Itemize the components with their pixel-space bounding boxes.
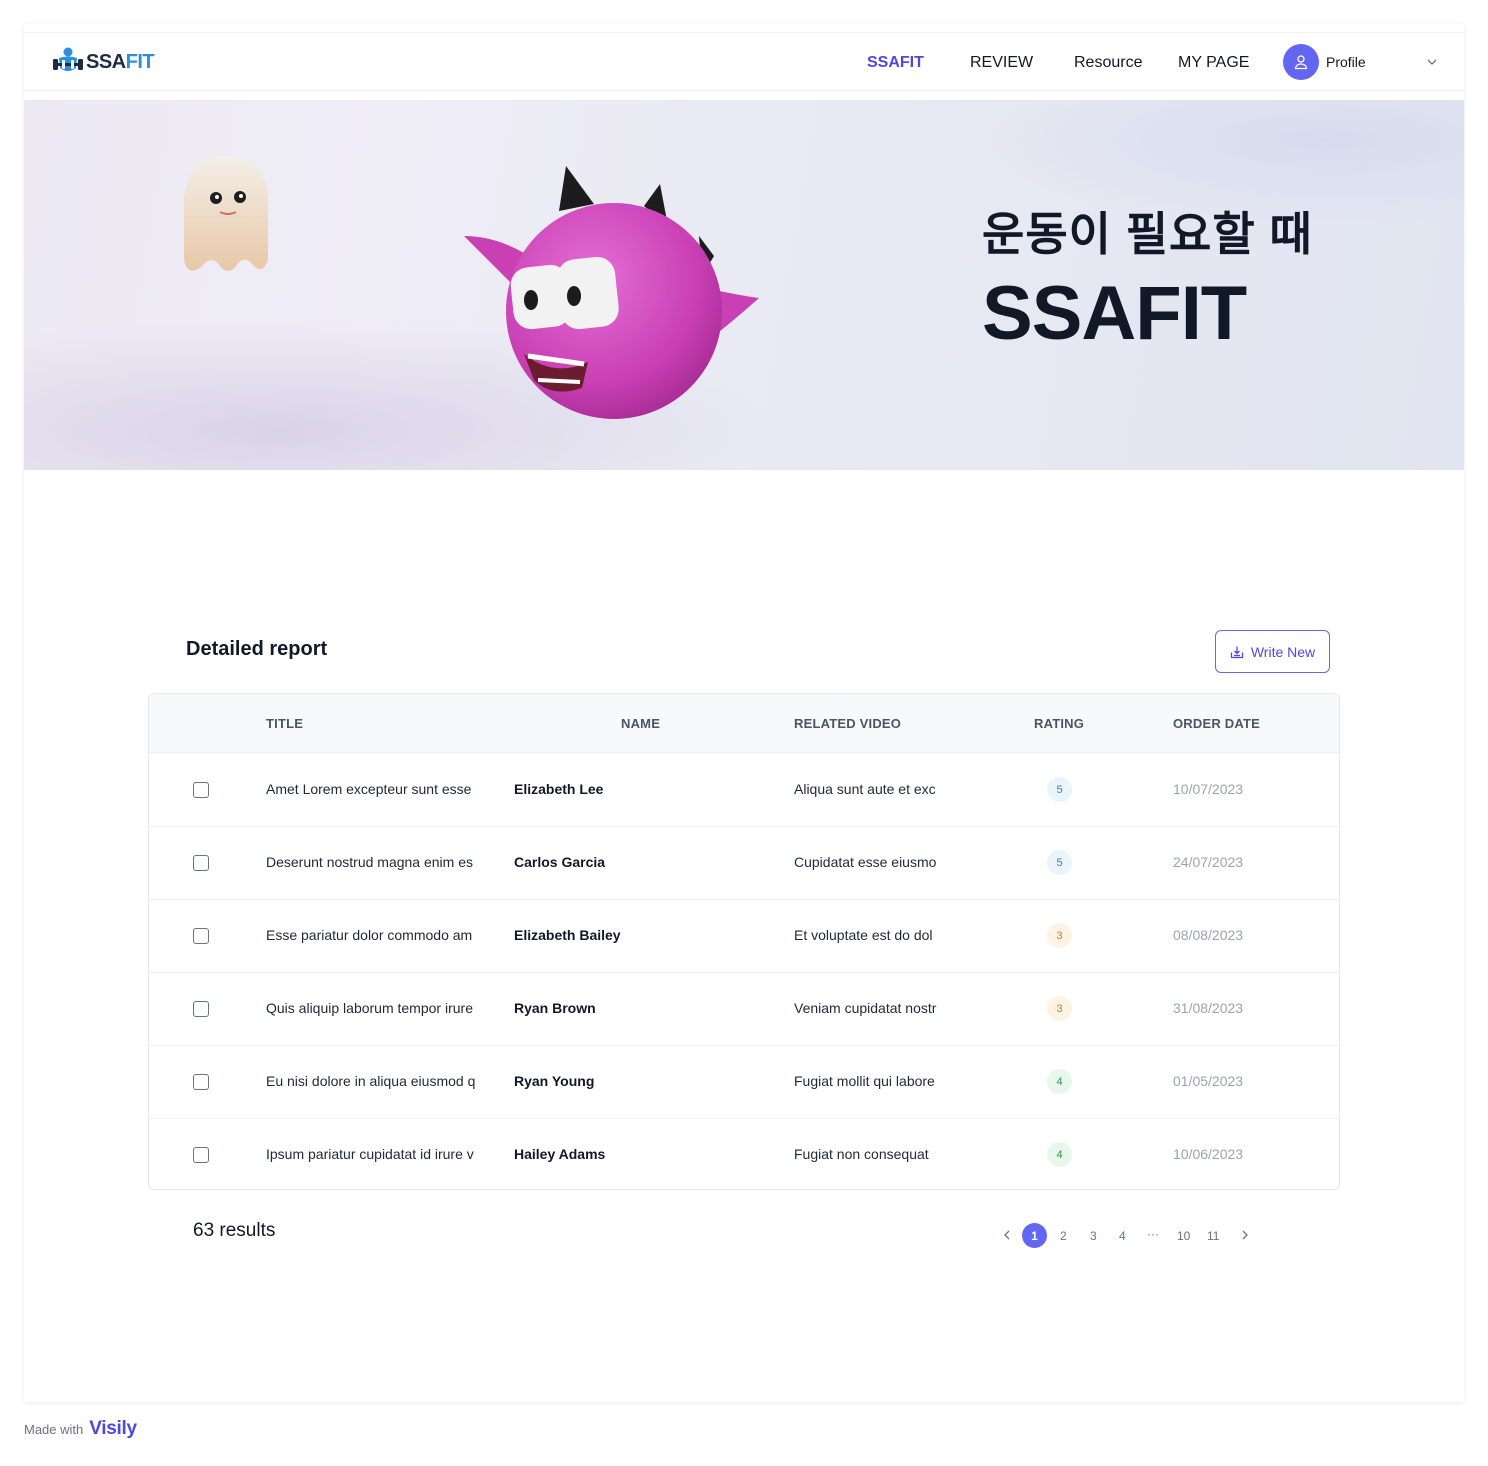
logo[interactable]: SSAFIT [52,46,155,78]
made-with-watermark[interactable]: Made with Visily [24,1418,137,1440]
cell-order-date: 31/08/2023 [1173,1000,1244,1016]
cell-name: Ryan Young [514,1073,595,1089]
logo-text-fit: FIT [125,50,155,73]
table-header: TITLE NAME RELATED VIDEO RATING ORDER DA… [149,694,1339,753]
row-checkbox[interactable] [193,1001,209,1017]
cell-order-date: 10/07/2023 [1173,781,1244,797]
cell-title: Esse pariatur dolor commodo am [266,927,473,943]
page-button-10[interactable]: 10 [1177,1229,1190,1243]
cell-related-video: Veniam cupidatat nostr [794,1000,937,1016]
column-header-rating[interactable]: RATING [1034,716,1084,731]
cell-related-video: Et voluptate est do dol [794,927,933,943]
hero-title: SSAFIT [982,271,1247,356]
app-frame: SSAFIT SSAFIT REVIEW Resource MY PAGE Pr… [24,24,1464,1402]
row-checkbox[interactable] [193,1147,209,1163]
column-header-related-video[interactable]: RELATED VIDEO [794,716,901,731]
report-table: TITLE NAME RELATED VIDEO RATING ORDER DA… [148,693,1340,1190]
page-button-11[interactable]: 11 [1207,1229,1219,1243]
cell-name: Ryan Brown [514,1000,596,1016]
top-strip [24,24,1464,33]
rating-badge: 3 [1047,923,1072,948]
results-count: 63 results [193,1220,276,1241]
row-checkbox[interactable] [193,855,209,871]
table-row[interactable]: Ipsum pariatur cupidatat id irure v Haile… [149,1119,1339,1189]
cell-name: Carlos Garcia [514,854,606,870]
write-new-label: Write New [1250,643,1316,660]
nav-item-resource[interactable]: Resource [1074,54,1142,72]
hero-subtitle: 운동이 필요할 때 [982,208,1313,260]
chevron-down-icon[interactable] [1426,56,1438,68]
cell-related-video: Fugiat non consequat [794,1146,929,1162]
rating-badge: 4 [1047,1069,1072,1094]
cell-related-video: Aliqua sunt aute et exc [794,781,936,797]
chevron-right-icon[interactable] [1240,1229,1250,1241]
cell-name: Hailey Adams [514,1146,606,1162]
table-row[interactable]: Esse pariatur dolor commodo am Elizabeth … [149,900,1339,973]
dumbbell-logo-icon [53,47,83,71]
cell-related-video: Fugiat mollit qui labore [794,1073,935,1089]
cell-name: Elizabeth Lee [514,781,604,797]
report-title: Detailed report [186,638,328,660]
made-with-label: Made with [24,1421,84,1437]
table-row[interactable]: Deserunt nostrud magna enim es Carlos Gar… [149,827,1339,900]
nav-item-my-page[interactable]: MY PAGE [1178,54,1249,72]
nav-item-ssafit[interactable]: SSAFIT [867,54,924,72]
table-row[interactable]: Eu nisi dolore in aliqua eiusmod q Ryan Y… [149,1046,1339,1119]
column-header-title[interactable]: TITLE [266,716,303,731]
row-checkbox[interactable] [193,928,209,944]
page-button-3[interactable]: 3 [1090,1229,1097,1243]
column-header-name[interactable]: NAME [621,716,660,731]
pink-monster-illustration [464,166,759,419]
profile-menu[interactable]: Profile [1283,44,1366,80]
page-button-4[interactable]: 4 [1119,1229,1126,1243]
top-nav-bar: SSAFIT SSAFIT REVIEW Resource MY PAGE Pr… [24,33,1464,91]
visily-logo: Visily [89,1418,137,1439]
ghost-illustration [184,156,268,271]
rating-badge: 4 [1047,1142,1072,1167]
profile-label: Profile [1326,54,1366,70]
logo-text: SSAFIT [86,50,155,74]
write-new-button[interactable]: Write New [1215,630,1330,673]
cell-title: Quis aliquip laborum tempor irure [266,1000,473,1016]
cell-order-date: 10/06/2023 [1173,1146,1244,1162]
page-button-2[interactable]: 2 [1060,1229,1067,1243]
page-ellipsis: ··· [1147,1227,1159,1241]
cell-order-date: 24/07/2023 [1173,854,1244,870]
row-checkbox[interactable] [193,1074,209,1090]
table-row[interactable]: Amet Lorem excepteur sunt esse Elizabeth … [149,754,1339,827]
cell-related-video: Cupidatat esse eiusmo [794,854,937,870]
table-row[interactable]: Quis aliquip laborum tempor irure Ryan Br… [149,973,1339,1046]
avatar [1283,44,1319,80]
download-tray-icon [1230,646,1243,658]
rating-badge: 5 [1047,850,1072,875]
hero-banner: 운동이 필요할 때 SSAFIT [24,100,1464,470]
rating-badge: 5 [1047,777,1072,802]
row-checkbox[interactable] [193,782,209,798]
user-icon [1294,55,1308,70]
cell-name: Elizabeth Bailey [514,927,621,943]
page-button-1[interactable]: 1 [1022,1223,1047,1248]
chevron-left-icon[interactable] [1002,1229,1012,1241]
cell-order-date: 01/05/2023 [1173,1073,1244,1089]
logo-text-ssa: SSA [86,50,126,73]
cell-title: Deserunt nostrud magna enim es [266,854,473,870]
cell-order-date: 08/08/2023 [1173,927,1244,943]
column-header-order-date[interactable]: ORDER DATE [1173,716,1260,731]
cell-title: Ipsum pariatur cupidatat id irure v [266,1146,474,1162]
cell-title: Eu nisi dolore in aliqua eiusmod q [266,1073,476,1089]
cell-title: Amet Lorem excepteur sunt esse [266,781,472,797]
nav-item-review[interactable]: REVIEW [970,54,1033,72]
rating-badge: 3 [1047,996,1072,1021]
